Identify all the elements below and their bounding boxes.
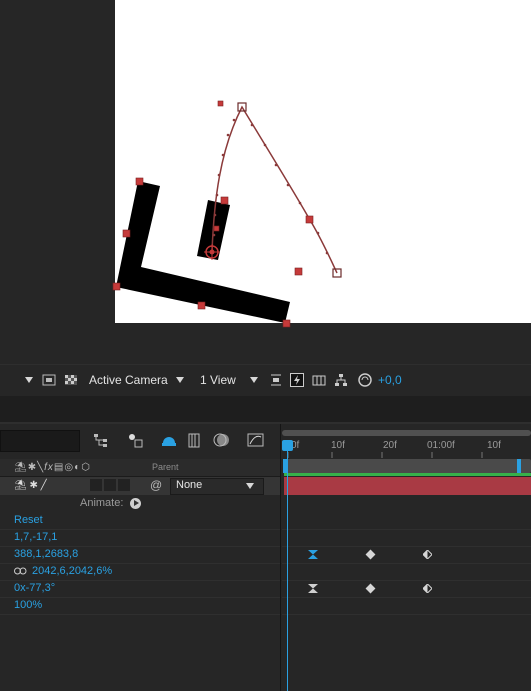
chevron-down-icon[interactable] [246, 483, 254, 489]
ruler-tick: 10f [331, 440, 345, 451]
keyframe-row [282, 512, 531, 530]
keyframe-easy-ease[interactable] [308, 584, 318, 593]
layer-duration-bar[interactable] [284, 477, 531, 495]
switch-box[interactable] [90, 479, 102, 491]
ruler-tick: 10f [487, 440, 501, 451]
keyframe-easy-ease[interactable] [308, 550, 318, 559]
panel-split [280, 424, 281, 691]
reset-link[interactable]: Reset [14, 514, 43, 526]
render-status-bar [284, 473, 531, 476]
chevron-down-icon[interactable] [25, 377, 33, 383]
animate-add-button[interactable] [130, 498, 141, 509]
property-row[interactable]: 388,1,2683,8 [0, 546, 280, 564]
chevron-down-icon[interactable] [176, 377, 184, 383]
panel-divider [0, 396, 531, 424]
current-time-indicator-handle[interactable] [282, 440, 293, 451]
composition-flowchart-icon[interactable] [93, 432, 109, 448]
flowchart-icon[interactable] [334, 373, 348, 387]
3d-layer-switch-icon[interactable]: ⬡ [81, 462, 91, 473]
timeline-toggle-icon[interactable] [312, 373, 326, 387]
layer-switches-header: ⛱✱╲fx▤◎◐⬡ [14, 462, 91, 473]
work-area-bar[interactable] [284, 459, 531, 473]
timeline-search-input[interactable] [0, 430, 80, 452]
motion-path[interactable] [211, 105, 338, 274]
parent-dropdown-value: None [176, 479, 203, 491]
motion-path-dots [212, 118, 329, 255]
quality-switch-icon[interactable]: ╱ [41, 480, 47, 491]
property-row[interactable]: 0x-77,3° [0, 580, 280, 598]
exposure-reset-icon[interactable] [358, 373, 372, 387]
shy-switch-icon[interactable]: ⛱ [14, 480, 27, 491]
current-time-indicator[interactable] [287, 440, 288, 691]
transparency-grid-icon[interactable] [64, 373, 78, 387]
constrain-proportions-icon[interactable] [14, 567, 27, 575]
chevron-down-icon[interactable] [250, 377, 258, 383]
keyframe-row [282, 546, 531, 564]
switch-box[interactable] [104, 479, 116, 491]
view-layout-dropdown-label[interactable]: 1 View [200, 373, 236, 387]
draft-3d-icon[interactable] [126, 431, 144, 449]
property-row[interactable]: 100% [0, 597, 280, 615]
ruler-tick: 20f [383, 440, 397, 451]
ruler-tick-marks [287, 452, 483, 458]
motion-blur-icon[interactable] [213, 431, 231, 449]
switch-box[interactable] [118, 479, 130, 491]
fast-previews-icon[interactable] [290, 373, 304, 387]
position-value[interactable]: 388,1,2683,8 [14, 548, 78, 560]
exposure-value[interactable]: +0,0 [378, 373, 402, 387]
collapse-switch-icon[interactable]: ✱ [29, 480, 37, 491]
effects-switch-icon[interactable]: fx [44, 462, 54, 473]
ruler-tick: 01:00f [427, 440, 455, 451]
property-row[interactable]: 2042,6,2042,6% [0, 563, 280, 581]
parent-pickwhip-icon[interactable]: @ [150, 478, 162, 492]
property-row[interactable]: 1,7,-17,1 [0, 529, 280, 547]
keyframe-row [282, 563, 531, 581]
keyframe-row [282, 597, 531, 615]
opacity-value[interactable]: 100% [14, 599, 42, 611]
anchor-value[interactable]: 1,7,-17,1 [14, 531, 57, 543]
layer-switches: ⛱ ✱ ╱ [14, 480, 47, 491]
graph-editor-icon[interactable] [247, 431, 265, 449]
property-row[interactable]: Reset [0, 512, 280, 530]
work-area-end-handle[interactable] [517, 459, 521, 473]
pixel-aspect-icon[interactable] [269, 373, 283, 387]
keyframe-half-diamond[interactable] [423, 550, 432, 559]
camera-dropdown-label[interactable]: Active Camera [89, 373, 168, 387]
frame-blending-icon[interactable] [187, 431, 203, 449]
keyframe-half-diamond[interactable] [423, 584, 432, 593]
viewer-toolbar: Active Camera 1 View +0,0 [0, 364, 531, 397]
collapse-switch-icon[interactable]: ✱ [28, 462, 37, 473]
frame-blend-switch-icon[interactable]: ▤ [54, 462, 64, 473]
scale-value[interactable]: 2042,6,2042,6% [32, 565, 112, 577]
zoom-navigator[interactable] [282, 430, 531, 436]
region-of-interest-icon[interactable] [42, 373, 56, 387]
rotation-value[interactable]: 0x-77,3° [14, 582, 55, 594]
animate-label: Animate: [80, 497, 124, 509]
viewer-overlay [112, 100, 342, 328]
shy-switch-icon[interactable]: ⛱ [14, 462, 28, 473]
keyframe-row [282, 529, 531, 547]
keyframe-row [282, 580, 531, 598]
motion-blur-switch-icon[interactable]: ◎ [64, 462, 74, 473]
hide-shy-layers-icon[interactable] [160, 431, 178, 449]
parent-column-header: Parent [152, 462, 179, 472]
